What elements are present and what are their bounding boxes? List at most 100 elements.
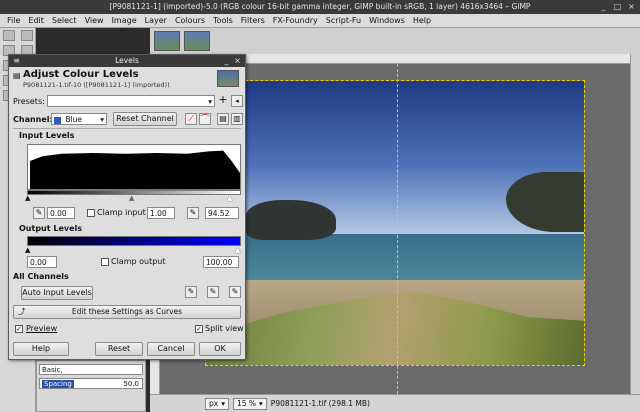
cancel-button[interactable]: Cancel <box>147 342 195 356</box>
menu-windows[interactable]: Windows <box>365 14 409 28</box>
clamp-input-checkbox[interactable] <box>87 209 95 217</box>
reset-button[interactable]: Reset <box>95 342 143 356</box>
output-high-handle[interactable]: ▲ <box>235 246 240 254</box>
tool-icon[interactable] <box>3 30 15 41</box>
input-high-handle[interactable]: ▲ <box>227 194 232 202</box>
add-preset-icon[interactable]: + <box>217 94 229 107</box>
log-histogram-icon[interactable]: ⌒ <box>199 113 211 125</box>
edit-as-curves-label: Edit these Settings as Curves <box>71 307 183 316</box>
menu-layer[interactable]: Layer <box>141 14 171 28</box>
preset-menu-icon[interactable]: ◂ <box>231 95 243 107</box>
reset-channel-button[interactable]: Reset Channel <box>113 112 177 126</box>
menu-fx-foundry[interactable]: FX-Foundry <box>269 14 322 28</box>
close-icon[interactable]: × <box>627 2 636 11</box>
clamp-output-checkbox[interactable] <box>101 258 109 266</box>
unit-value: px <box>209 399 219 408</box>
menu-script-fu[interactable]: Script-Fu <box>322 14 365 28</box>
image-tab-thumbnail[interactable] <box>154 31 180 51</box>
levels-icon: ▤ <box>13 71 21 80</box>
zoom-selector[interactable]: 15 % ▾ <box>232 397 267 410</box>
menu-icon[interactable]: ≡ <box>12 56 21 65</box>
input-high-field[interactable]: 94.52 <box>205 207 239 219</box>
maximize-icon[interactable]: □ <box>613 2 622 11</box>
menu-filters[interactable]: Filters <box>237 14 269 28</box>
help-button[interactable]: Help <box>13 342 69 356</box>
input-histogram[interactable] <box>27 144 241 190</box>
presets-combo[interactable]: ▾ <box>47 95 215 107</box>
menu-image[interactable]: Image <box>108 14 141 28</box>
brush-mode-field[interactable]: Basic, <box>39 364 143 375</box>
split-view-checkbox[interactable]: ✓ <box>195 325 203 333</box>
close-icon[interactable]: × <box>233 56 242 65</box>
spacing-label: Spacing <box>42 380 74 388</box>
histogram-view-icon[interactable]: ▥ <box>231 113 243 125</box>
black-point-picker-icon[interactable]: ✎ <box>185 286 197 298</box>
split-view-guide <box>397 64 398 394</box>
split-view-label: Split view <box>205 324 244 333</box>
image-canvas[interactable] <box>205 80 585 366</box>
output-high-field[interactable]: 100.00 <box>203 256 239 268</box>
image-tabs <box>150 28 640 54</box>
minimize-icon[interactable]: _ <box>222 56 231 65</box>
channel-label: Channel: <box>13 115 53 124</box>
chevron-down-icon: ▾ <box>221 399 225 408</box>
menu-tools[interactable]: Tools <box>209 14 237 28</box>
spacing-slider[interactable]: Spacing 50.0 <box>39 378 143 389</box>
minimize-icon[interactable]: _ <box>599 2 608 11</box>
menu-select[interactable]: Select <box>48 14 81 28</box>
tool-icon[interactable] <box>20 30 33 41</box>
curves-icon: ⤴ <box>18 307 26 316</box>
input-levels-label: Input Levels <box>19 131 75 140</box>
gray-point-picker-icon[interactable]: ✎ <box>207 286 219 298</box>
dialog-header: ▤ Adjust Colour Levels P9081121-1.tif-10… <box>13 69 241 91</box>
input-low-handle[interactable]: ▲ <box>25 194 30 202</box>
edit-as-curves-button[interactable]: ⤴ Edit these Settings as Curves <box>13 305 241 319</box>
menu-edit[interactable]: Edit <box>24 14 48 28</box>
input-high-value: 94.52 <box>208 209 230 218</box>
input-low-value: 0.00 <box>50 209 67 218</box>
vertical-scrollbar[interactable] <box>630 54 640 394</box>
menu-colours[interactable]: Colours <box>171 14 209 28</box>
zoom-value: 15 % <box>236 399 257 408</box>
rock-left <box>246 200 336 241</box>
image-tab-thumbnail[interactable] <box>184 31 210 51</box>
all-channels-label: All Channels <box>13 272 69 281</box>
black-point-picker-icon[interactable]: ✎ <box>33 207 45 219</box>
input-low-field[interactable]: 0.00 <box>47 207 75 219</box>
unit-selector[interactable]: px ▾ <box>205 397 229 410</box>
dialog-title-bar: Levels ≡ _ × <box>9 55 245 67</box>
histogram-graph <box>30 150 240 189</box>
auto-input-levels-button[interactable]: Auto Input Levels <box>21 286 93 300</box>
menu-view[interactable]: View <box>81 14 108 28</box>
separator <box>13 128 241 129</box>
chevron-down-icon: ▾ <box>208 97 212 106</box>
preview-checkbox[interactable]: ✓ <box>15 325 23 333</box>
channel-combo[interactable]: Blue ▾ <box>51 113 107 125</box>
output-low-field[interactable]: 0.00 <box>27 256 57 268</box>
window-title-bar: [P9081121-1] (imported)-5.0 (RGB colour … <box>0 0 640 14</box>
chevron-down-icon: ▾ <box>100 115 104 124</box>
tool-options-dock: Basic, Spacing 50.0 <box>36 360 146 412</box>
output-levels-label: Output Levels <box>19 224 83 233</box>
gamma-handle[interactable]: ▲ <box>129 194 134 202</box>
brush-mode-value: Basic, <box>42 366 63 374</box>
histogram-view-icon[interactable]: ▤ <box>217 113 229 125</box>
gray-point-picker-icon[interactable]: ✎ <box>187 207 199 219</box>
channel-value: Blue <box>65 115 82 124</box>
blue-channel-icon <box>54 116 61 124</box>
presets-label: Presets: <box>13 97 45 106</box>
menu-file[interactable]: File <box>3 14 24 28</box>
clamp-input-label: Clamp input <box>97 208 146 217</box>
dialog-subtitle: P9081121-1.tif-10 ([P9081121-1] (importe… <box>23 81 170 89</box>
gamma-field[interactable]: 1.00 <box>147 207 175 219</box>
output-gradient-bar[interactable] <box>27 236 241 246</box>
linear-histogram-icon[interactable]: ⟋ <box>185 113 197 125</box>
menu-help[interactable]: Help <box>409 14 435 28</box>
file-info: P9081121-1.tif (298.1 MB) <box>270 399 370 408</box>
output-high-value: 100.00 <box>206 258 233 267</box>
white-point-picker-icon[interactable]: ✎ <box>229 286 241 298</box>
spacing-value: 50.0 <box>123 380 139 388</box>
output-low-handle[interactable]: ▲ <box>25 246 30 254</box>
ok-button[interactable]: OK <box>199 342 241 356</box>
image-thumbnail <box>217 70 239 87</box>
